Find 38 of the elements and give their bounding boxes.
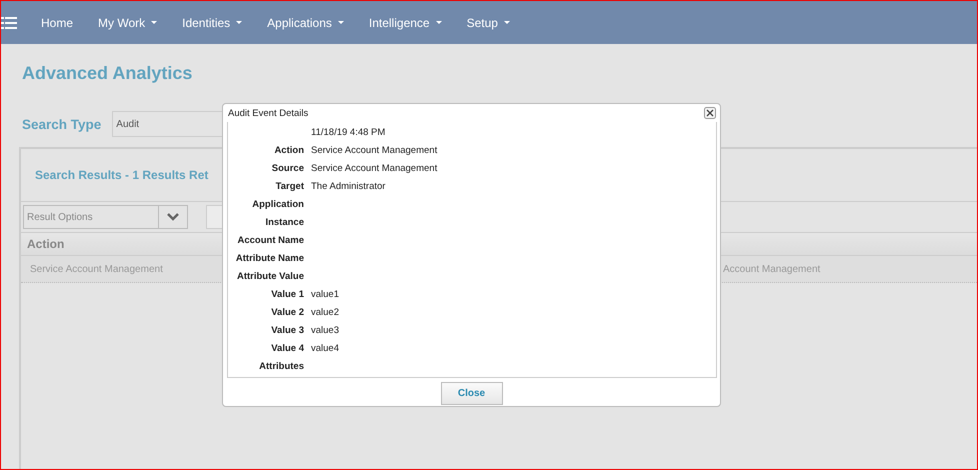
field-label: Value 1	[271, 288, 304, 300]
field-label: Attribute Name	[236, 252, 304, 264]
field-value: value1	[311, 288, 339, 300]
nav-menu-item[interactable]: My Work	[98, 16, 158, 30]
nav-menu-item[interactable]: Intelligence	[368, 16, 442, 30]
field-label: Action	[274, 144, 304, 156]
nav-menu-item[interactable]: Applications	[267, 16, 344, 30]
results-heading: Search Results - 1 Results Ret	[35, 168, 208, 182]
nav-menu-item[interactable]: Identities	[182, 16, 242, 30]
close-button[interactable]: Close	[440, 382, 502, 405]
field-value: value4	[311, 342, 339, 354]
field-label: Value 4	[271, 342, 304, 354]
field-label: Target	[276, 180, 304, 192]
field-label: Attributes	[259, 360, 304, 372]
field-value: The Administrator	[311, 180, 386, 192]
menu-icon[interactable]	[1, 16, 17, 28]
nav-menu-item[interactable]: Setup	[466, 16, 510, 30]
result-options-field[interactable]: Result Options	[23, 205, 159, 229]
field-label: Source	[272, 162, 304, 174]
field-label: Value 2	[271, 306, 304, 318]
field-value: 11/18/19 4:48 PM	[311, 126, 386, 138]
field-value: value2	[311, 306, 339, 318]
search-type-label: Search Type	[22, 116, 102, 132]
table-cell: Account Management	[723, 264, 820, 274]
page-title: Advanced Analytics	[22, 63, 194, 84]
column-header: Action	[27, 237, 64, 251]
field-label: Application	[252, 198, 304, 210]
field-label: Account Name	[237, 234, 304, 246]
close-icon[interactable]	[704, 107, 716, 119]
field-value: Service Account Management	[311, 144, 438, 156]
field-value: value3	[311, 324, 339, 336]
field-label: Value 3	[271, 324, 304, 336]
field-label: Instance	[265, 216, 304, 228]
field-label: Attribute Value	[236, 270, 304, 282]
table-cell: Service Account Management	[30, 264, 163, 274]
field-value: Service Account Management	[311, 162, 438, 174]
chevron-down-icon[interactable]	[159, 205, 188, 229]
nav-menu-item[interactable]: Home	[41, 16, 74, 30]
